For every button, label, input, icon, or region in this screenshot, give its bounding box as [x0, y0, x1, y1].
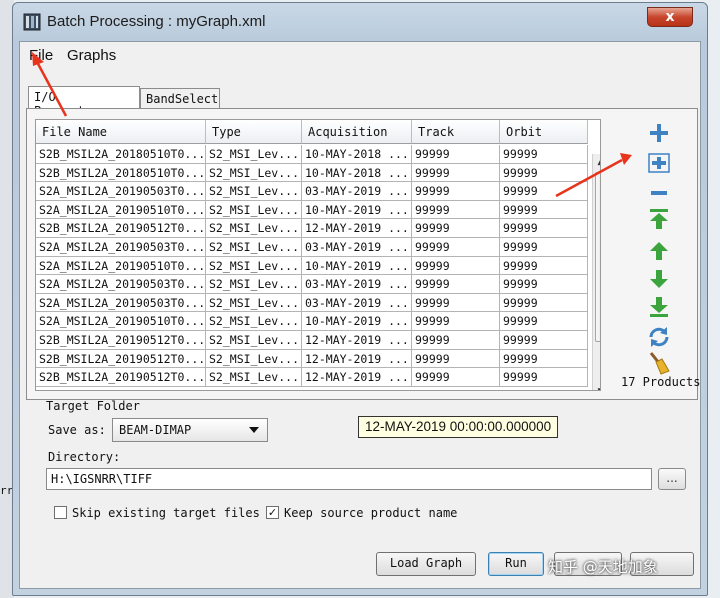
annotation-arrow-file-menu — [32, 52, 68, 117]
annotation-arrow-add-all — [555, 153, 632, 198]
annotation-arrows — [32, 52, 632, 198]
